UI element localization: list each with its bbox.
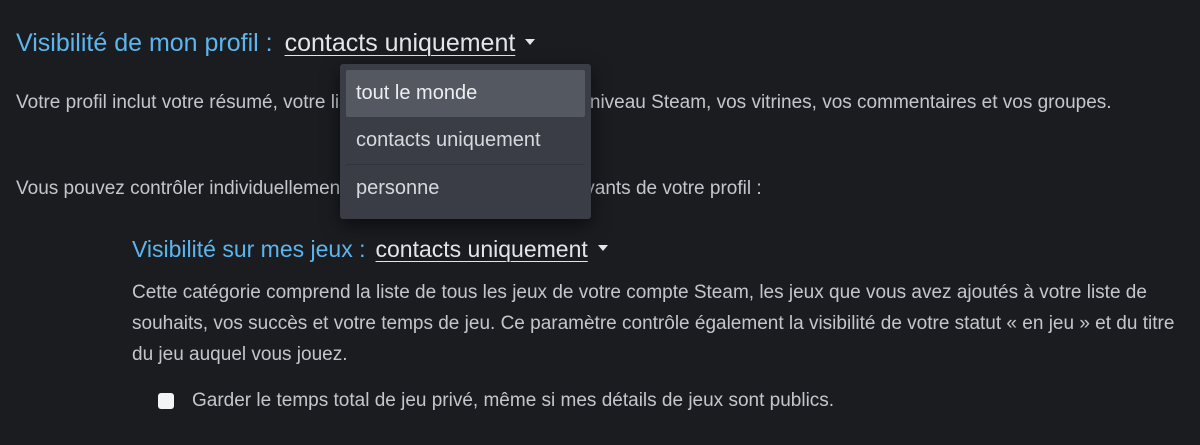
profile-visibility-description: Votre profil inclut votre résumé, votre … [16,92,1112,113]
profile-visibility-label: Visibilité de mon profil : [16,29,273,57]
individual-control-text: Vous pouvez contrôler individuellement l… [16,178,762,199]
game-visibility-row: Visibilité sur mes jeux : contacts uniqu… [132,236,608,263]
profile-visibility-value[interactable]: contacts uniquement [285,29,516,58]
game-visibility-description: Cette catégorie comprend la liste de tou… [132,282,1175,365]
caret-down-icon[interactable] [525,38,536,45]
privacy-settings-panel: Visibilité de mon profil : contacts uniq… [0,0,1200,445]
game-visibility-value[interactable]: contacts uniquement [376,236,588,263]
private-playtime-label[interactable]: Garder le temps total de jeu privé, même… [192,390,834,412]
menu-option-private[interactable]: personne [346,164,585,211]
private-playtime-row[interactable]: Garder le temps total de jeu privé, même… [158,390,834,412]
profile-visibility-menu: tout le monde contacts uniquement person… [340,64,591,219]
game-visibility-dropdown[interactable]: contacts uniquement [376,236,608,263]
menu-option-friends-only[interactable]: contacts uniquement [346,117,585,164]
game-visibility-label: Visibilité sur mes jeux : [132,236,366,262]
menu-option-everyone[interactable]: tout le monde [346,70,585,117]
caret-down-icon[interactable] [597,244,608,251]
profile-visibility-dropdown[interactable]: contacts uniquement [285,29,536,58]
profile-visibility-row: Visibilité de mon profil : contacts uniq… [16,29,536,58]
private-playtime-checkbox[interactable] [158,393,174,409]
